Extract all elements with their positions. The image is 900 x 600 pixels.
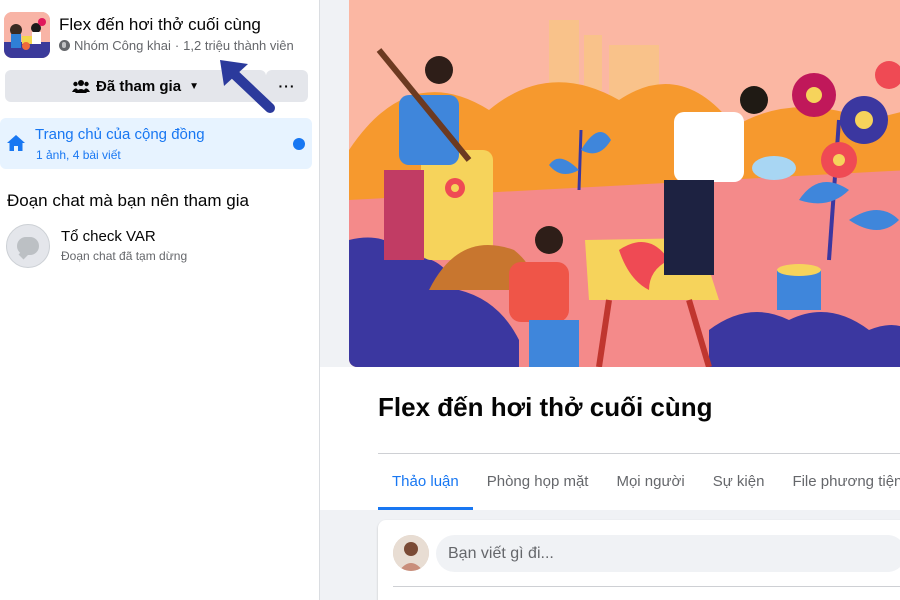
user-avatar-image — [393, 535, 429, 571]
tab-media[interactable]: File phương tiện — [778, 455, 900, 510]
cover-illustration — [349, 0, 900, 367]
tab-discussion[interactable]: Thảo luận — [378, 455, 473, 510]
group-header[interactable]: Flex đến hơi thở cuối cùng Nhóm Công kha… — [4, 12, 294, 58]
chat-name[interactable]: Tổ check VAR — [61, 228, 156, 245]
tabs-divider — [378, 453, 900, 454]
group-tabs: Thảo luận Phòng họp mặt Mọi người Sự kiệ… — [378, 455, 900, 510]
group-main: Flex đến hơi thở cuối cùng Thảo luận Phò… — [320, 0, 900, 600]
group-members-count[interactable]: 1,2 triệu thành viên — [183, 38, 294, 53]
chat-status: Đoạn chat đã tạm dừng — [61, 249, 188, 263]
home-icon — [7, 135, 25, 151]
group-sidebar: Flex đến hơi thở cuối cùng Nhóm Công kha… — [0, 0, 320, 600]
group-privacy: Nhóm Công khai — [74, 38, 171, 53]
suggested-chats-heading: Đoạn chat mà bạn nên tham gia — [7, 191, 249, 210]
post-composer — [378, 520, 900, 600]
cover-photo[interactable] — [349, 0, 900, 367]
composer-divider — [393, 586, 900, 587]
tab-events[interactable]: Sự kiện — [699, 455, 779, 510]
group-thumbnail-art — [4, 12, 50, 58]
community-home-item[interactable]: Trang chủ của cộng đồng 1 ảnh, 4 bài viế… — [0, 118, 312, 169]
unread-dot — [293, 138, 305, 150]
page-title: Flex đến hơi thở cuối cùng — [378, 392, 713, 422]
meta-separator: · — [174, 38, 180, 53]
caret-down-icon: ▼ — [189, 80, 199, 92]
globe-icon — [59, 40, 70, 51]
joined-label: Đã tham gia — [96, 77, 182, 95]
community-home-title: Trang chủ của cộng đồng — [35, 126, 205, 143]
community-home-subtitle: 1 ảnh, 4 bài viết — [36, 148, 121, 162]
chat-avatar[interactable] — [6, 224, 50, 268]
annotation-arrow-icon — [220, 60, 275, 113]
people-icon — [72, 80, 91, 93]
group-title[interactable]: Flex đến hơi thở cuối cùng — [59, 13, 294, 37]
tab-rooms[interactable]: Phòng họp mặt — [473, 455, 603, 510]
group-thumbnail[interactable] — [4, 12, 50, 58]
group-meta: Nhóm Công khai · 1,2 triệu thành viên — [59, 38, 294, 53]
tab-people[interactable]: Mọi người — [602, 455, 698, 510]
chat-bubble-icon — [17, 237, 39, 255]
user-avatar[interactable] — [393, 535, 429, 571]
post-input[interactable] — [436, 535, 900, 572]
